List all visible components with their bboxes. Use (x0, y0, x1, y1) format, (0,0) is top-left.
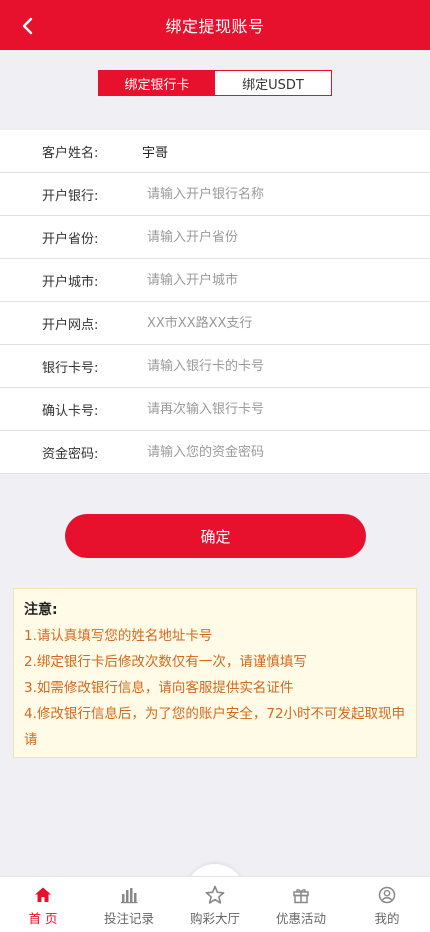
tabbar-label: 首 页 (28, 911, 58, 926)
city-label: 开户城市: (42, 274, 99, 290)
form-row-province: 开户省份: (0, 216, 430, 259)
gift-icon (291, 885, 311, 905)
password-label: 资金密码: (42, 446, 99, 462)
header-bar: 绑定提现账号 (0, 0, 430, 50)
bottom-tabbar: 首 页 投注记录 购彩大厅 优惠活动 我的 (0, 876, 430, 932)
form-row-city: 开户城市: (0, 259, 430, 302)
notice-line: 3.如需修改银行信息，请向客服提供实名证件 (24, 680, 294, 696)
card-input[interactable] (147, 346, 430, 386)
tab-usdt[interactable]: 绑定USDT (215, 71, 331, 95)
form-row-bank: 开户银行: (0, 173, 430, 216)
form-row-card-confirm: 确认卡号: (0, 388, 430, 431)
bank-input[interactable] (147, 174, 430, 214)
tab-bank-card[interactable]: 绑定银行卡 (99, 71, 215, 95)
confirm-button[interactable]: 确定 (65, 514, 366, 558)
back-button[interactable] (14, 13, 40, 39)
name-label: 客户姓名: (42, 145, 99, 161)
chevron-left-icon (22, 17, 33, 35)
card-confirm-input[interactable] (147, 389, 430, 429)
tabbar-item-mine[interactable]: 我的 (344, 877, 430, 932)
card-label: 银行卡号: (42, 360, 99, 376)
bank-form: 客户姓名: 宇哥 开户银行: 开户省份: 开户城市: 开户网点: 银行卡号: 确… (0, 130, 430, 474)
branch-input[interactable] (147, 303, 430, 343)
notice-line: 1.请认真填写您的姓名地址卡号 (24, 628, 213, 644)
notice-line: 4.修改银行信息后，为了您的账户安全，72小时不可发起取现申请 (24, 706, 406, 748)
star-icon (205, 885, 225, 905)
province-label: 开户省份: (42, 231, 99, 247)
notice-title: 注意: (24, 602, 58, 618)
branch-label: 开户网点: (42, 317, 99, 333)
account-type-tabs: 绑定银行卡 绑定USDT (98, 70, 332, 96)
user-icon (377, 885, 397, 905)
bank-label: 开户银行: (42, 188, 99, 204)
notice-box: 注意: 1.请认真填写您的姓名地址卡号 2.绑定银行卡后修改次数仅有一次，请谨慎… (13, 588, 417, 758)
form-row-branch: 开户网点: (0, 302, 430, 345)
password-input[interactable] (147, 432, 430, 472)
tabbar-item-home[interactable]: 首 页 (0, 877, 86, 932)
page-title: 绑定提现账号 (165, 17, 265, 36)
tabbar-item-bet-records[interactable]: 投注记录 (86, 877, 172, 932)
city-input[interactable] (147, 260, 430, 300)
tabbar-label: 我的 (374, 911, 400, 926)
tabbar-item-lottery-hall[interactable]: 购彩大厅 (172, 877, 258, 932)
form-row-password: 资金密码: (0, 431, 430, 474)
tabbar-item-promotions[interactable]: 优惠活动 (258, 877, 344, 932)
form-row-card: 银行卡号: (0, 345, 430, 388)
tabbar-label: 优惠活动 (275, 911, 326, 926)
home-icon (33, 885, 53, 905)
province-input[interactable] (147, 217, 430, 257)
notice-line: 2.绑定银行卡后修改次数仅有一次，请谨慎填写 (24, 654, 307, 670)
tabbar-label: 购彩大厅 (189, 911, 240, 926)
card-confirm-label: 确认卡号: (42, 403, 99, 419)
chart-icon (119, 885, 139, 905)
tabbar-label: 投注记录 (103, 911, 154, 926)
form-row-name: 客户姓名: 宇哥 (0, 130, 430, 173)
name-value: 宇哥 (142, 145, 169, 161)
